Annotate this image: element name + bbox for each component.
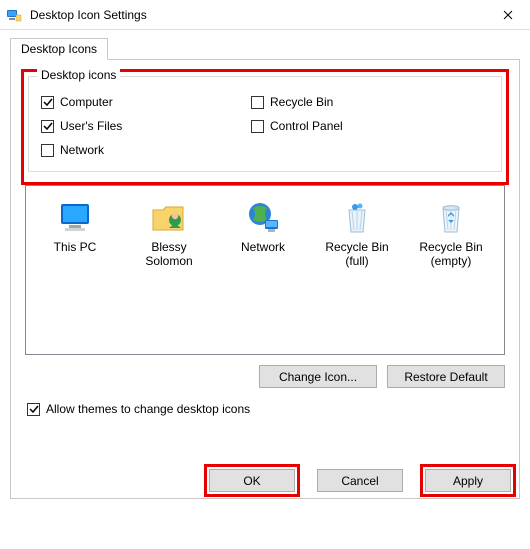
group-title: Desktop icons bbox=[41, 68, 116, 82]
icon-preview-list[interactable]: This PC Blessy Solomon bbox=[25, 185, 505, 355]
checkbox-label: Computer bbox=[60, 95, 113, 109]
close-button[interactable] bbox=[485, 0, 530, 30]
bin-full-icon bbox=[314, 194, 400, 238]
checkbox-recycle-bin[interactable]: Recycle Bin bbox=[251, 95, 333, 109]
checkbox-box bbox=[27, 403, 40, 416]
preview-label: Recycle Bin (full) bbox=[314, 240, 400, 268]
highlight-group: Desktop icons Computer Recycle Bin bbox=[21, 69, 509, 185]
icon-button-row: Change Icon... Restore Default bbox=[21, 365, 505, 388]
cancel-button[interactable]: Cancel bbox=[317, 469, 403, 492]
app-icon bbox=[6, 7, 22, 23]
preview-label: This PC bbox=[32, 240, 118, 254]
checkbox-box bbox=[41, 120, 54, 133]
checkbox-label: Allow themes to change desktop icons bbox=[46, 402, 250, 416]
restore-default-button[interactable]: Restore Default bbox=[387, 365, 505, 388]
check-icon bbox=[29, 404, 39, 414]
desktop-icons-group: Desktop icons Computer Recycle Bin bbox=[28, 76, 502, 172]
change-icon-button[interactable]: Change Icon... bbox=[259, 365, 377, 388]
checkbox-allow-themes[interactable]: Allow themes to change desktop icons bbox=[27, 402, 509, 416]
checkbox-control-panel[interactable]: Control Panel bbox=[251, 119, 343, 133]
checkbox-label: User's Files bbox=[60, 119, 122, 133]
preview-item-user[interactable]: Blessy Solomon bbox=[126, 194, 212, 268]
ok-button[interactable]: OK bbox=[209, 469, 295, 492]
checkbox-network[interactable]: Network bbox=[41, 143, 251, 157]
checkbox-box bbox=[41, 144, 54, 157]
dialog-content: Desktop Icons Desktop icons Computer bbox=[0, 30, 530, 509]
monitor-icon bbox=[32, 194, 118, 238]
checkbox-computer[interactable]: Computer bbox=[41, 95, 251, 109]
tab-label: Desktop Icons bbox=[21, 42, 97, 56]
preview-item-bin-empty[interactable]: Recycle Bin (empty) bbox=[408, 194, 494, 268]
tab-desktop-icons[interactable]: Desktop Icons bbox=[10, 38, 108, 60]
highlight-ok: OK bbox=[204, 464, 300, 497]
check-icon bbox=[43, 121, 53, 131]
tab-page: Desktop icons Computer Recycle Bin bbox=[10, 59, 520, 499]
titlebar: Desktop Icon Settings bbox=[0, 0, 530, 30]
bin-empty-icon bbox=[408, 194, 494, 238]
close-icon bbox=[503, 10, 513, 20]
tab-bar: Desktop Icons bbox=[10, 36, 520, 60]
user-folder-icon bbox=[126, 194, 212, 238]
checkbox-box bbox=[251, 120, 264, 133]
checkbox-box bbox=[251, 96, 264, 109]
preview-item-bin-full[interactable]: Recycle Bin (full) bbox=[314, 194, 400, 268]
preview-item-network[interactable]: Network bbox=[220, 194, 306, 268]
globe-icon bbox=[220, 194, 306, 238]
checkbox-label: Network bbox=[60, 143, 104, 157]
window-title: Desktop Icon Settings bbox=[30, 8, 485, 22]
check-icon bbox=[43, 97, 53, 107]
preview-label: Blessy Solomon bbox=[126, 240, 212, 268]
highlight-apply: Apply bbox=[420, 464, 516, 497]
checkbox-box bbox=[41, 96, 54, 109]
checkbox-label: Recycle Bin bbox=[270, 95, 333, 109]
apply-button[interactable]: Apply bbox=[425, 469, 511, 492]
preview-item-this-pc[interactable]: This PC bbox=[32, 194, 118, 268]
checkbox-users-files[interactable]: User's Files bbox=[41, 119, 251, 133]
preview-label: Network bbox=[220, 240, 306, 254]
checkbox-label: Control Panel bbox=[270, 119, 343, 133]
preview-label: Recycle Bin (empty) bbox=[408, 240, 494, 268]
dialog-footer: OK Cancel Apply bbox=[204, 464, 516, 497]
